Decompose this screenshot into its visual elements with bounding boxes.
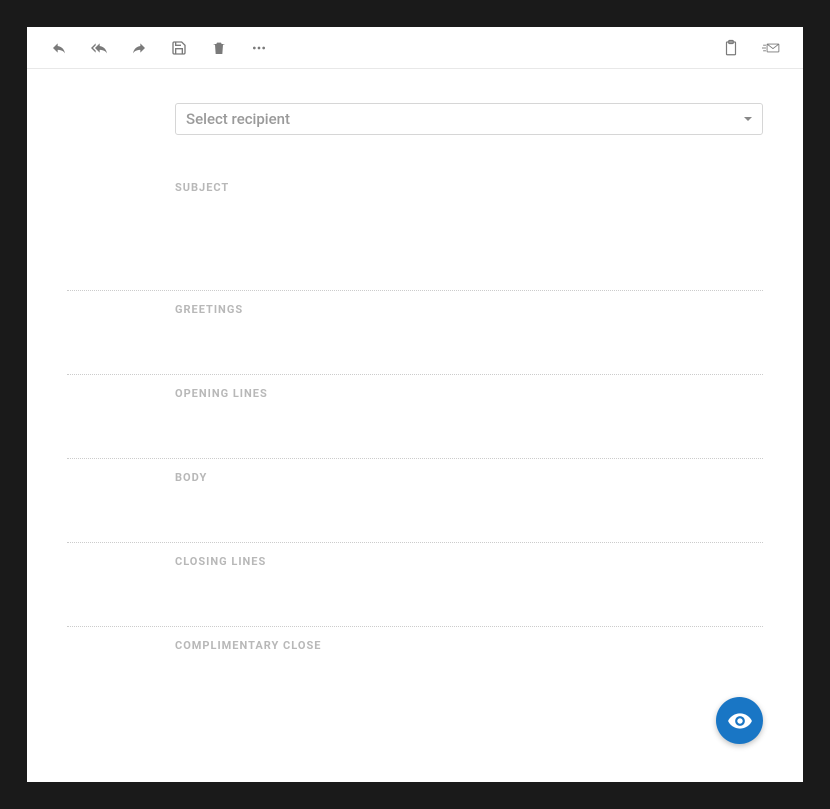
form-area: Select recipient SUBJECT GREETINGS OPENI… xyxy=(175,103,763,710)
greetings-input-area[interactable] xyxy=(175,316,763,374)
opening-lines-section: OPENING LINES xyxy=(175,387,763,458)
opening-lines-label: OPENING LINES xyxy=(175,387,763,400)
body-label: BODY xyxy=(175,471,763,484)
body-section: BODY xyxy=(175,471,763,542)
complimentary-close-input-area[interactable] xyxy=(175,652,763,710)
send-icon xyxy=(762,39,780,57)
opening-lines-input-area[interactable] xyxy=(175,400,763,458)
recipient-field: Select recipient xyxy=(175,103,763,135)
divider xyxy=(67,626,763,627)
chevron-down-icon xyxy=(744,117,752,121)
complimentary-close-section: COMPLIMENTARY CLOSE xyxy=(175,639,763,710)
greetings-section: GREETINGS xyxy=(175,303,763,374)
reply-all-icon xyxy=(91,40,107,56)
divider xyxy=(67,542,763,543)
greetings-label: GREETINGS xyxy=(175,303,763,316)
subject-input-area[interactable] xyxy=(175,194,763,290)
eye-icon xyxy=(727,708,753,734)
app-window: Select recipient SUBJECT GREETINGS OPENI… xyxy=(27,27,803,782)
trash-icon xyxy=(211,40,227,56)
recipient-placeholder: Select recipient xyxy=(186,110,290,128)
content-area: Select recipient SUBJECT GREETINGS OPENI… xyxy=(27,69,803,782)
divider xyxy=(67,374,763,375)
closing-lines-label: CLOSING LINES xyxy=(175,555,763,568)
reply-all-button[interactable] xyxy=(79,28,119,68)
send-button[interactable] xyxy=(751,28,791,68)
preview-fab[interactable] xyxy=(716,697,763,744)
closing-lines-section: CLOSING LINES xyxy=(175,555,763,626)
more-icon xyxy=(251,40,267,56)
recipient-select[interactable]: Select recipient xyxy=(175,103,763,135)
subject-section: SUBJECT xyxy=(175,181,763,290)
toolbar-left-group xyxy=(39,28,279,68)
complimentary-close-label: COMPLIMENTARY CLOSE xyxy=(175,639,763,652)
save-button[interactable] xyxy=(159,28,199,68)
save-icon xyxy=(171,40,187,56)
toolbar-right-group xyxy=(711,28,791,68)
forward-icon xyxy=(131,40,147,56)
divider xyxy=(67,290,763,291)
clipboard-icon xyxy=(722,39,740,57)
divider xyxy=(67,458,763,459)
reply-button[interactable] xyxy=(39,28,79,68)
reply-icon xyxy=(51,40,67,56)
more-button[interactable] xyxy=(239,28,279,68)
forward-button[interactable] xyxy=(119,28,159,68)
closing-lines-input-area[interactable] xyxy=(175,568,763,626)
body-input-area[interactable] xyxy=(175,484,763,542)
toolbar xyxy=(27,27,803,69)
clipboard-button[interactable] xyxy=(711,28,751,68)
delete-button[interactable] xyxy=(199,28,239,68)
subject-label: SUBJECT xyxy=(175,181,763,194)
